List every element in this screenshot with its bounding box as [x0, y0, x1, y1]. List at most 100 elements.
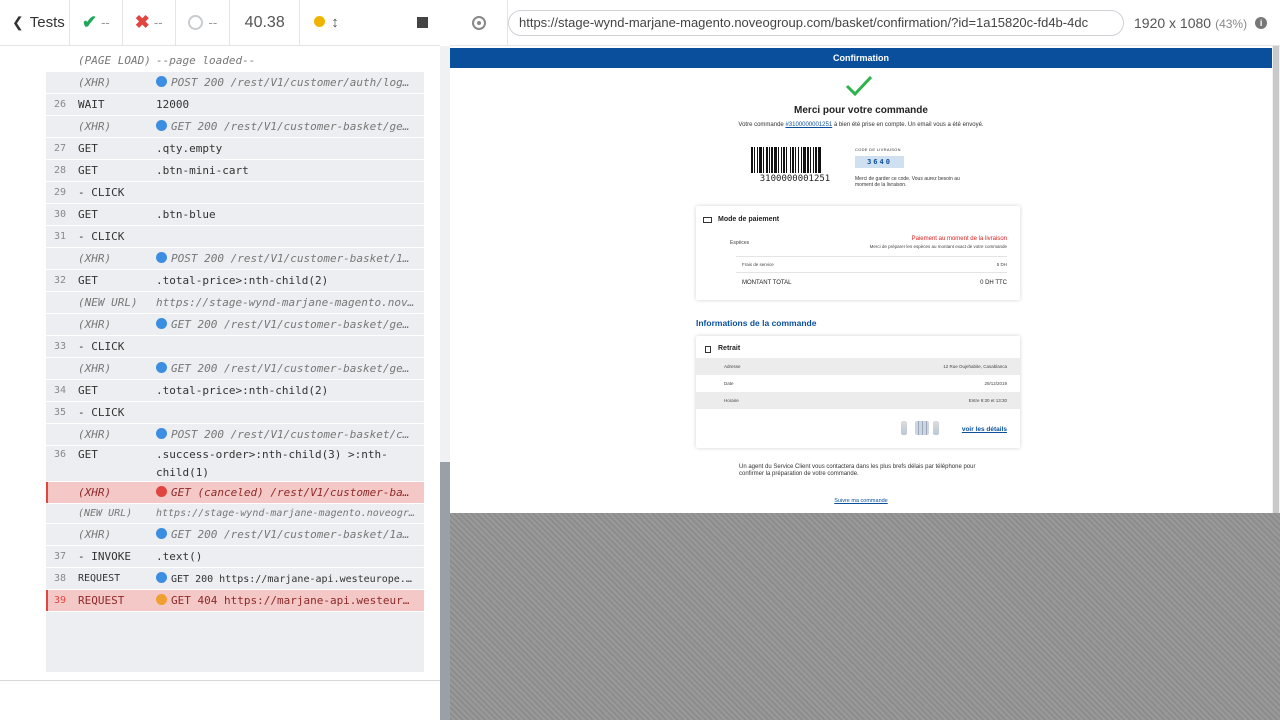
command-message: GET 200 /rest/V1/customer-basket/get…: [156, 318, 424, 331]
command-name: (XHR): [78, 252, 112, 265]
stop-icon[interactable]: [417, 17, 428, 28]
payment-method: Espèces: [730, 240, 750, 246]
command-message: .text(): [156, 550, 424, 563]
command-row[interactable]: 26 WAIT 12000: [46, 94, 424, 116]
command-row[interactable]: (XHR) POST 200 /rest/V1/customer-basket/c…: [46, 424, 424, 446]
status-dot-icon: [156, 76, 167, 87]
order-prefix: Votre commande: [738, 122, 786, 128]
command-row[interactable]: 31 - CLICK: [46, 226, 424, 248]
command-row[interactable]: 35 - CLICK: [46, 402, 424, 424]
success-check-icon: [845, 75, 873, 97]
command-row[interactable]: 33 - CLICK: [46, 336, 424, 358]
command-message-text: .btn-blue: [156, 208, 216, 221]
command-message-text: .qty.empty: [156, 142, 223, 155]
total-label: MONTANT TOTAL: [742, 280, 792, 286]
command-message-text: POST 200 /rest/V1/customer-basket/ch…: [171, 428, 417, 441]
passed-count: ✔ --: [70, 0, 123, 46]
order-suffix: à bien été prise en compte. Un email vou…: [832, 122, 984, 128]
command-row[interactable]: (XHR) POST 200 /rest/V1/customer-basket/1…: [46, 248, 424, 270]
payment-on-delivery: Paiement au moment de la livraison: [911, 236, 1007, 242]
command-number: 27: [54, 143, 67, 154]
command-number: 37: [54, 551, 67, 562]
command-row[interactable]: (NEW URL) https://stage-wynd-marjane-mage…: [46, 292, 424, 314]
command-row[interactable]: (XHR) GET 200 /rest/V1/customer-basket/ge…: [46, 358, 424, 380]
command-number: 38: [54, 573, 67, 584]
barcode-bar: [821, 147, 822, 173]
product-bottle-icon: [933, 421, 939, 435]
command-row[interactable]: 36 GET .success-order>:nth-child(3) >:nth-…: [46, 446, 424, 482]
command-row[interactable]: (XHR) GET (canceled) /rest/V1/customer-ba…: [46, 482, 424, 504]
status-dot-icon: [156, 594, 167, 605]
command-row[interactable]: (XHR) GET 200 /rest/V1/customer-basket/ge…: [46, 116, 424, 138]
command-message: POST 200 /rest/V1/customer/auth/login: [156, 76, 424, 89]
running-indicator-icon: [314, 16, 326, 27]
command-message-text: .text(): [156, 550, 203, 563]
pending-value: --: [208, 15, 218, 30]
row-label: Date: [724, 381, 734, 386]
cash-icon: [703, 217, 712, 223]
url-bar[interactable]: https://stage-wynd-marjane-magento.noveo…: [508, 9, 1124, 36]
command-row[interactable]: (NEW URL) https://stage-wynd-marjane-mage…: [46, 504, 424, 524]
command-message-text: .total-price>:nth-child(2): [156, 384, 329, 397]
scrollbar-thumb[interactable]: [440, 462, 450, 720]
command-message-text: https://stage-wynd-marjane-magento.nov…: [156, 296, 415, 309]
order-number-link[interactable]: #3100000001251: [785, 122, 832, 128]
command-row[interactable]: (XHR) POST 200 /rest/V1/customer/auth/log…: [46, 72, 424, 94]
command-row[interactable]: 37 - INVOKE .text(): [46, 546, 424, 568]
command-name: - CLICK: [78, 230, 125, 243]
command-row[interactable]: 38 REQUEST GET 200 https://marjane-api.wes…: [46, 568, 424, 590]
command-message-text: .success-order>:nth-child(3) >:nth-child…: [156, 448, 388, 479]
tests-label: Tests: [29, 14, 65, 31]
command-row[interactable]: 30 GET .btn-blue: [46, 204, 424, 226]
command-name: - CLICK: [78, 340, 125, 353]
command-row[interactable]: 39 REQUEST GET 404 https://marjane-api.wes…: [46, 590, 424, 612]
command-message-text: GET 200 /rest/V1/customer-basket/1a…: [171, 528, 410, 541]
command-number: 35: [54, 407, 67, 418]
chevron-left-icon: ❮: [12, 14, 24, 30]
command-name: (XHR): [78, 318, 112, 331]
status-dot-icon: [156, 572, 167, 583]
command-name: (XHR): [78, 428, 112, 441]
info-icon[interactable]: i: [1255, 16, 1268, 29]
command-message-text: POST 200 /rest/V1/customer/auth/login: [171, 76, 417, 89]
product-bottle-icon: [901, 421, 907, 435]
viewport-scale: (43%): [1215, 16, 1248, 31]
track-order-link[interactable]: Suivre ma commande: [450, 498, 1272, 504]
tests-back-button[interactable]: ❮ Tests: [0, 0, 70, 46]
total-value: 0 DH TTC: [980, 280, 1007, 286]
command-row[interactable]: 34 GET .total-price>:nth-child(2): [46, 380, 424, 402]
reporter-scrollbar[interactable]: [440, 46, 450, 720]
crosshair-icon: [471, 15, 486, 30]
cross-icon: ✖: [134, 12, 150, 32]
command-message: POST 200 /rest/V1/customer-basket/ch…: [156, 428, 424, 441]
command-row[interactable]: (XHR) GET 200 /rest/V1/customer-basket/1a…: [46, 524, 424, 546]
command-name: WAIT: [78, 98, 105, 111]
command-row[interactable]: 29 - CLICK: [46, 182, 424, 204]
page-scrollbar[interactable]: [1272, 46, 1280, 513]
command-row[interactable]: (XHR) GET 200 /rest/V1/customer-basket/ge…: [46, 314, 424, 336]
view-details-link[interactable]: voir les détails: [962, 426, 1007, 433]
command-row[interactable]: 28 GET .btn-mini-cart: [46, 160, 424, 182]
command-message: GET 200 /rest/V1/customer-basket/get…: [156, 362, 424, 375]
command-message-text: GET 200 /rest/V1/customer-basket/get…: [171, 120, 417, 133]
page-scrollbar-thumb[interactable]: [1273, 46, 1279, 513]
passed-value: --: [101, 15, 110, 30]
command-message: GET 404 https://marjane-api.westeuro…: [156, 594, 424, 607]
schedule-row: Horaire Entre 9:30 et 13:30: [696, 392, 1020, 409]
command-message-text: POST 200 /rest/V1/customer-basket/1a…: [171, 252, 417, 265]
command-row[interactable]: 27 GET .qty.empty: [46, 138, 424, 160]
command-message: GET (canceled) /rest/V1/customer-bas…: [156, 486, 424, 499]
scroll-arrows-icon: ↕: [331, 14, 339, 31]
selector-playground-button[interactable]: [450, 0, 508, 46]
auto-scroll-toggle[interactable]: ↕: [314, 14, 339, 31]
command-row[interactable]: 32 GET .total-price>:nth-child(2): [46, 270, 424, 292]
pickup-card: Retrait Adresse 12 Rue Oujehabite, Casab…: [696, 336, 1020, 448]
command-name: GET: [78, 208, 98, 221]
pending-circle-icon: [187, 15, 203, 30]
command-name: (XHR): [78, 76, 112, 89]
status-dot-icon: [156, 362, 167, 373]
reporter-divider: [0, 680, 440, 681]
reporter-controls: ↕: [300, 0, 440, 46]
command-message: https://stage-wynd-marjane-magento.noveo…: [156, 508, 424, 519]
command-number: 26: [54, 99, 67, 110]
